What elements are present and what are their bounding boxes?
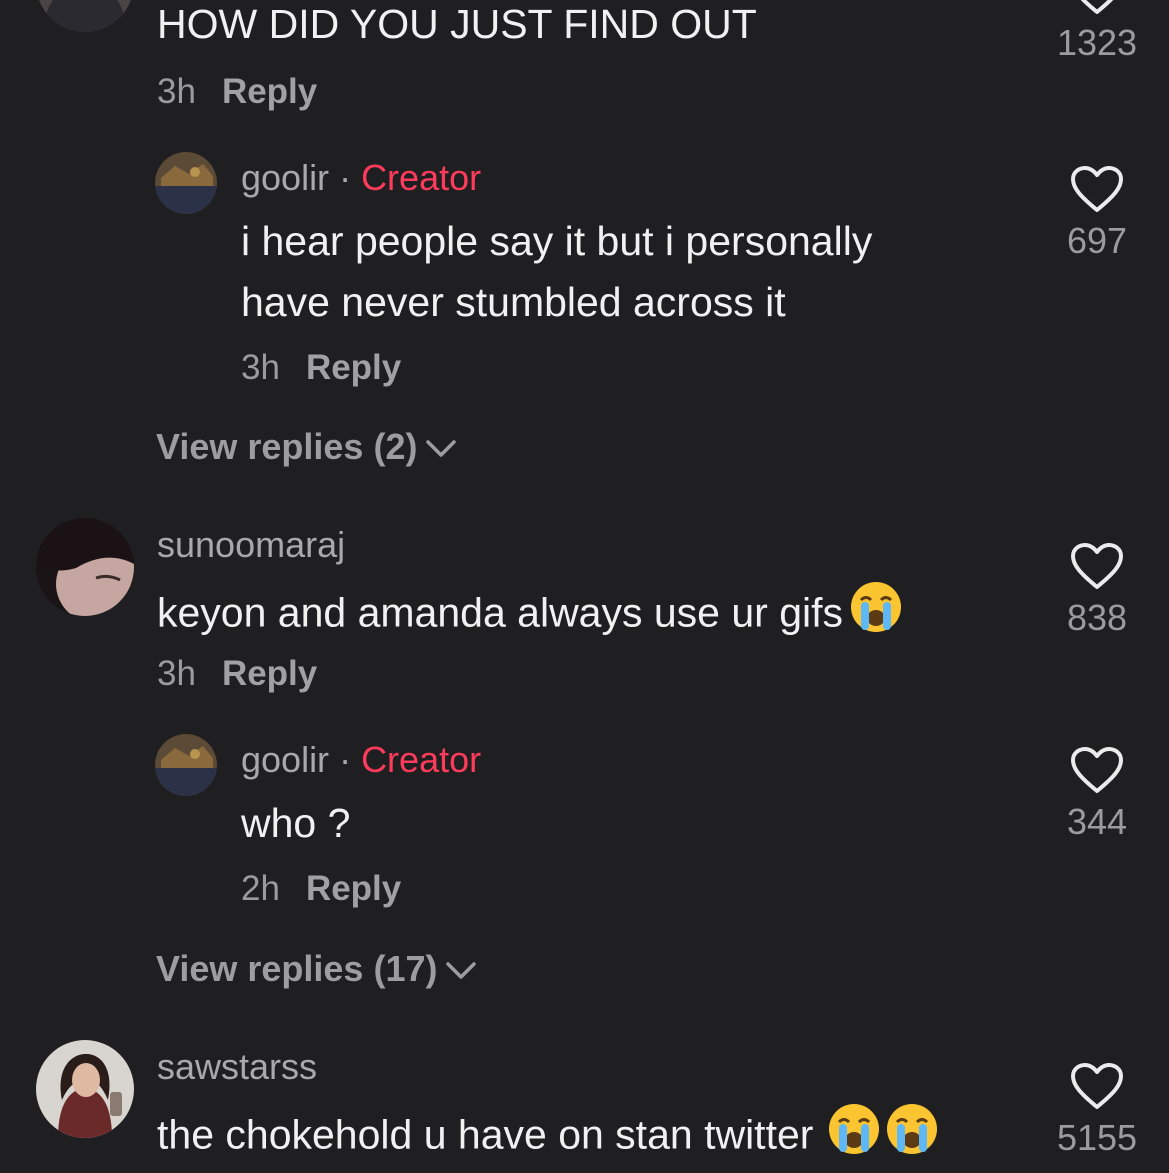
avatar[interactable] [155,734,217,796]
crying-face-emoji [849,580,903,651]
reply-button[interactable]: Reply [306,869,401,908]
comment-meta: 3h Reply [157,72,317,112]
comment-text-content: keyon and amanda always use ur gifs [157,589,844,636]
comment-text-line: have never stumbled across it [241,279,786,325]
separator-dot: · [339,157,352,198]
comment-text: who ? [241,800,351,846]
chevron-down-icon [426,440,457,458]
separator-dot: · [339,739,352,780]
like-button[interactable]: 697 [1027,166,1167,262]
heart-icon [1080,0,1114,14]
like-button[interactable]: 5155 [1027,1063,1167,1159]
view-replies-label: View replies (17) [156,948,438,989]
comment-time: 3h [157,654,196,693]
heart-icon [1071,1063,1123,1109]
view-replies-button[interactable]: View replies (17) [156,948,477,990]
comment-username: sunoomaraj [157,524,345,566]
comment-meta: 3h Reply [157,654,317,694]
heart-icon [1071,543,1123,589]
like-count: 344 [1066,801,1128,842]
comment-time: 2h [241,869,280,908]
like-count: 838 [1066,597,1128,638]
view-replies-label: View replies (2) [156,426,418,467]
comment-time: 3h [157,72,196,111]
username-text[interactable]: sunoomaraj [157,524,345,565]
comment-text: keyon and amanda always use ur gifs [157,580,903,651]
comment-text-content: the chokehold u have on stan twitter [157,1111,814,1158]
crying-face-emoji [827,1102,881,1173]
creator-badge: Creator [361,739,482,780]
comment-meta: 2h Reply [241,869,401,909]
reply-button[interactable]: Reply [222,654,317,693]
comment-username: goolir · Creator [241,739,481,781]
comment-text-line: i hear people say it but i personally [241,218,873,264]
comment-username: sawstarss [157,1046,317,1088]
comment-text: HOW DID YOU JUST FIND OUT [157,1,757,47]
crying-face-emoji [885,1102,939,1173]
comment-username: goolir · Creator [241,157,481,199]
username-text[interactable]: sawstarss [157,1046,317,1087]
comment-meta: 3h Reply [241,348,401,388]
view-replies-button[interactable]: View replies (2) [156,426,457,468]
like-button[interactable]: 838 [1027,543,1167,639]
like-button[interactable]: 1323 [1027,0,1167,64]
like-count: 1323 [1056,22,1138,63]
avatar[interactable] [36,518,134,616]
heart-icon [1071,747,1123,793]
chevron-down-icon [446,962,477,980]
heart-icon [1071,166,1123,212]
like-count: 697 [1066,220,1128,261]
comment-text: the chokehold u have on stan twitter [157,1102,939,1173]
like-button[interactable]: 344 [1027,747,1167,843]
creator-badge: Creator [361,157,482,198]
avatar[interactable] [36,0,134,32]
avatar[interactable] [155,152,217,214]
reply-button[interactable]: Reply [222,72,317,111]
username-text[interactable]: goolir [241,739,329,780]
comment-time: 3h [241,348,280,387]
username-text[interactable]: goolir [241,157,329,198]
reply-button[interactable]: Reply [306,348,401,387]
avatar[interactable] [36,1040,134,1138]
like-count: 5155 [1056,1117,1138,1158]
